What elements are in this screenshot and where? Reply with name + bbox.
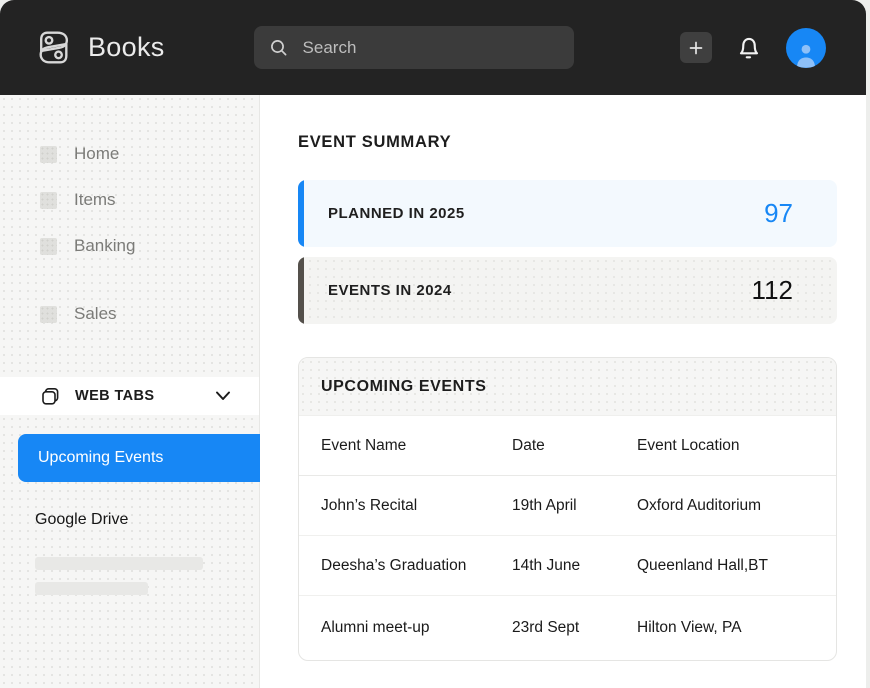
top-bar: Books: [0, 0, 866, 95]
brand: Books: [33, 27, 165, 68]
summary-card-planned-2025: PLANNED IN 2025 97: [298, 180, 837, 247]
cell-event-name: Alumni meet-up: [321, 619, 512, 637]
events-table: Event Name Date Event Location John’s Re…: [299, 416, 836, 660]
app-title: Books: [88, 32, 165, 63]
column-header-date: Date: [512, 437, 637, 455]
home-icon: [40, 146, 57, 163]
sidebar-item-items[interactable]: Items: [0, 177, 259, 223]
app-window: Books: [0, 0, 866, 688]
upcoming-events-card: UPCOMING EVENTS Event Name Date Event Lo…: [298, 357, 837, 661]
search-icon: [268, 37, 290, 59]
sidebar-item-banking[interactable]: Banking: [0, 223, 259, 269]
sidebar-tab-label: Google Drive: [35, 511, 128, 529]
column-header-event-location: Event Location: [637, 437, 824, 455]
sidebar-item-home[interactable]: Home: [0, 131, 259, 177]
cell-date: 19th April: [512, 497, 637, 515]
summary-card-label: PLANNED IN 2025: [328, 205, 465, 222]
person-icon: [791, 40, 821, 68]
upcoming-events-title: UPCOMING EVENTS: [321, 378, 486, 396]
topbar-actions: [680, 28, 826, 68]
cell-event-location: Oxford Auditorium: [637, 497, 824, 515]
books-logo-icon: [33, 27, 74, 68]
skeleton-bar: [35, 557, 203, 570]
sales-icon: [40, 306, 57, 323]
user-avatar[interactable]: [786, 28, 826, 68]
cell-date: 23rd Sept: [512, 619, 637, 637]
page-title: EVENT SUMMARY: [298, 133, 866, 152]
sidebar-item-label: Sales: [74, 304, 117, 324]
sidebar-item-label: Banking: [74, 236, 135, 256]
items-icon: [40, 192, 57, 209]
web-tabs-icon: [40, 386, 61, 407]
chevron-down-icon[interactable]: [215, 390, 231, 402]
banking-icon: [40, 238, 57, 255]
cell-date: 14th June: [512, 557, 637, 575]
sidebar-tab-upcoming-events[interactable]: Upcoming Events: [18, 434, 260, 482]
sidebar-tab-label: Upcoming Events: [38, 449, 163, 467]
sidebar-tab-google-drive[interactable]: Google Drive: [0, 500, 259, 540]
table-row: John’s Recital 19th April Oxford Auditor…: [299, 476, 836, 536]
summary-card-value: 97: [764, 198, 793, 229]
search-bar[interactable]: [254, 26, 574, 69]
plus-icon: [687, 39, 705, 57]
table-header-row: Event Name Date Event Location: [299, 416, 836, 476]
cell-event-location: Queenland Hall,BT: [637, 557, 824, 575]
card-accent-bar: [298, 180, 304, 247]
sidebar-item-sales[interactable]: Sales: [0, 291, 259, 337]
cell-event-name: Deesha’s Graduation: [321, 557, 512, 575]
card-accent-bar: [298, 257, 304, 324]
sidebar-nav: Home Items Banking Sales: [0, 95, 259, 337]
add-button[interactable]: [680, 32, 712, 63]
summary-card-value: 112: [752, 275, 793, 306]
upcoming-events-header: UPCOMING EVENTS: [299, 358, 836, 416]
table-row: Deesha’s Graduation 14th June Queenland …: [299, 536, 836, 596]
search-input[interactable]: [303, 38, 533, 58]
web-tabs-section-header[interactable]: WEB TABS: [0, 377, 259, 415]
bell-icon: [734, 32, 764, 64]
main-content: EVENT SUMMARY PLANNED IN 2025 97 EVENTS …: [260, 95, 866, 688]
cell-event-name: John’s Recital: [321, 497, 512, 515]
column-header-event-name: Event Name: [321, 437, 512, 455]
notifications-button[interactable]: [734, 32, 764, 64]
web-tabs-label: WEB TABS: [75, 388, 154, 404]
sidebar-item-label: Home: [74, 144, 119, 164]
sidebar-item-label: Items: [74, 190, 116, 210]
cell-event-location: Hilton View, PA: [637, 619, 824, 637]
summary-card-events-2024: EVENTS IN 2024 112: [298, 257, 837, 324]
sidebar: Home Items Banking Sales: [0, 95, 260, 688]
skeleton-bar: [35, 582, 148, 595]
table-row: Alumni meet-up 23rd Sept Hilton View, PA: [299, 596, 836, 660]
summary-card-label: EVENTS IN 2024: [328, 282, 452, 299]
